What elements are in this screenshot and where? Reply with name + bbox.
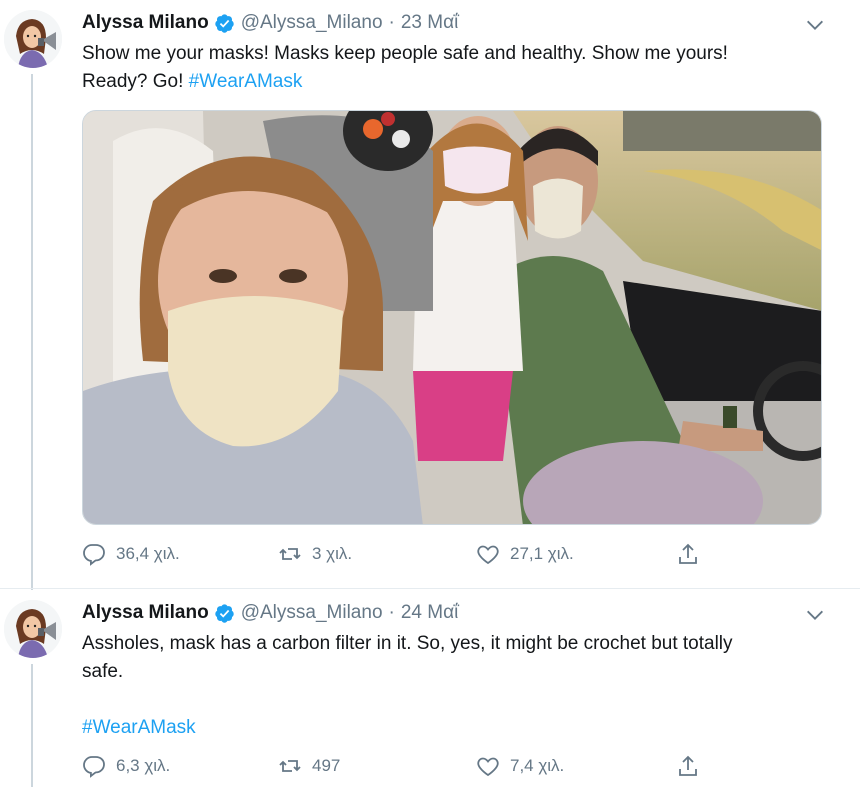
tweet-text: Show me your masks! Masks keep people sa… (82, 40, 830, 96)
like-count: 27,1 χιλ. (510, 544, 574, 563)
chevron-down-icon[interactable] (804, 14, 826, 36)
retweet-icon (279, 760, 301, 772)
reply-count: 36,4 χιλ. (116, 544, 180, 563)
share-button[interactable] (676, 540, 710, 568)
tweet-text-line: Assholes, mask has a carbon filter in it… (82, 633, 733, 654)
reply-button[interactable]: 36,4 χιλ. (82, 540, 180, 568)
author-handle[interactable]: @Alyssa_Milano (241, 602, 383, 624)
tweet-date[interactable]: 24 Μαΐ (401, 602, 458, 624)
tweet-text-line: safe. (82, 661, 124, 682)
retweet-count: 3 χιλ. (312, 544, 353, 563)
share-icon (679, 755, 697, 776)
reply-icon (83, 756, 105, 778)
like-button[interactable]: 7,4 χιλ. (476, 752, 564, 780)
reply-count: 6,3 χιλ. (116, 756, 171, 775)
tweet-actions: 6,3 χιλ. 497 7,4 χιλ. (82, 752, 822, 780)
tweet-divider (0, 588, 860, 589)
thread-connector-line (31, 74, 33, 590)
tweet-photo[interactable] (82, 110, 822, 525)
retweet-button[interactable]: 3 χιλ. (278, 540, 352, 568)
author-name[interactable]: Alyssa Milano (82, 602, 209, 624)
retweet-button[interactable]: 497 (278, 752, 340, 780)
tweet[interactable]: Alyssa Milano @Alyssa_Milano · 24 Μαΐ As… (0, 590, 860, 787)
tweet[interactable]: Alyssa Milano @Alyssa_Milano · 23 Μαΐ Sh… (0, 0, 860, 590)
separator-dot: · (388, 12, 395, 33)
verified-badge-icon (215, 13, 234, 33)
separator-dot: · (388, 602, 395, 623)
share-icon (679, 543, 697, 564)
tweet-text: Assholes, mask has a carbon filter in it… (82, 630, 830, 742)
author-handle[interactable]: @Alyssa_Milano (241, 12, 383, 34)
avatar[interactable] (4, 600, 62, 658)
like-button[interactable]: 27,1 χιλ. (476, 540, 574, 568)
like-count: 7,4 χιλ. (510, 756, 565, 775)
heart-icon (477, 757, 499, 777)
author-name[interactable]: Alyssa Milano (82, 12, 209, 34)
share-button[interactable] (676, 752, 710, 780)
tweet-text-line: Show me your masks! Masks keep people sa… (82, 43, 728, 64)
tweet-actions: 36,4 χιλ. 3 χιλ. 27,1 χιλ. (82, 540, 822, 568)
retweet-count: 497 (312, 756, 341, 775)
tweet-text-segment: Ready? Go! (82, 71, 189, 92)
tweet-date[interactable]: 23 Μαΐ (401, 12, 458, 34)
retweet-icon (279, 548, 301, 560)
hashtag-link[interactable]: #WearAMask (189, 71, 303, 92)
reply-button[interactable]: 6,3 χιλ. (82, 752, 170, 780)
heart-icon (477, 545, 499, 565)
hashtag-link[interactable]: #WearAMask (82, 717, 196, 738)
verified-badge-icon (215, 603, 234, 623)
thread-connector-line (31, 664, 33, 787)
tweet-text-line: Ready? Go! #WearAMask (82, 68, 830, 96)
avatar[interactable] (4, 10, 62, 68)
chevron-down-icon[interactable] (804, 604, 826, 626)
reply-icon (83, 544, 105, 566)
